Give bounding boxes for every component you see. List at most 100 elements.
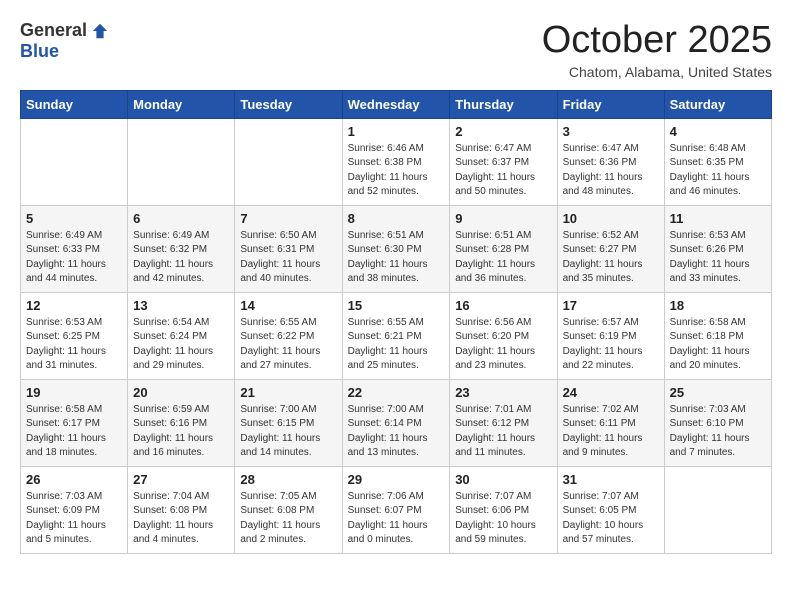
day-info: Sunrise: 6:49 AMSunset: 6:32 PMDaylight:…	[133, 229, 229, 287]
calendar-header-row: SundayMondayTuesdayWednesdayThursdayFrid…	[21, 90, 772, 118]
day-info-line: Sunset: 6:26 PM	[670, 244, 744, 255]
logo-icon	[91, 22, 109, 40]
day-number: 13	[133, 298, 229, 313]
day-info-line: Sunrise: 6:58 AM	[670, 317, 746, 328]
day-number: 7	[240, 211, 336, 226]
calendar-cell	[128, 118, 235, 205]
calendar-cell: 12Sunrise: 6:53 AMSunset: 6:25 PMDayligh…	[21, 292, 128, 379]
day-info-line: Sunset: 6:10 PM	[670, 418, 744, 429]
day-info-line: Sunset: 6:15 PM	[240, 418, 314, 429]
day-info-line: Daylight: 10 hours and 57 minutes.	[563, 520, 644, 546]
calendar-cell: 20Sunrise: 6:59 AMSunset: 6:16 PMDayligh…	[128, 379, 235, 466]
day-number: 3	[563, 124, 659, 139]
day-info: Sunrise: 6:55 AMSunset: 6:22 PMDaylight:…	[240, 316, 336, 374]
day-info-line: Daylight: 11 hours and 50 minutes.	[455, 172, 535, 198]
day-info-line: Daylight: 11 hours and 4 minutes.	[133, 520, 213, 546]
day-info-line: Sunrise: 6:49 AM	[133, 230, 209, 241]
logo: General Blue	[20, 20, 109, 62]
day-info-line: Sunrise: 7:01 AM	[455, 404, 531, 415]
day-info-line: Daylight: 11 hours and 13 minutes.	[348, 433, 428, 459]
header-tuesday: Tuesday	[235, 90, 342, 118]
day-number: 24	[563, 385, 659, 400]
day-info: Sunrise: 6:52 AMSunset: 6:27 PMDaylight:…	[563, 229, 659, 287]
day-info-line: Daylight: 11 hours and 48 minutes.	[563, 172, 643, 198]
day-info-line: Daylight: 11 hours and 29 minutes.	[133, 346, 213, 372]
day-info-line: Sunrise: 6:53 AM	[670, 230, 746, 241]
day-info-line: Daylight: 11 hours and 16 minutes.	[133, 433, 213, 459]
calendar-cell: 2Sunrise: 6:47 AMSunset: 6:37 PMDaylight…	[450, 118, 557, 205]
day-info-line: Sunset: 6:37 PM	[455, 157, 529, 168]
day-info-line: Daylight: 11 hours and 27 minutes.	[240, 346, 320, 372]
day-info-line: Daylight: 11 hours and 44 minutes.	[26, 259, 106, 285]
day-number: 25	[670, 385, 766, 400]
header-sunday: Sunday	[21, 90, 128, 118]
day-info-line: Daylight: 11 hours and 23 minutes.	[455, 346, 535, 372]
calendar-cell: 26Sunrise: 7:03 AMSunset: 6:09 PMDayligh…	[21, 466, 128, 553]
day-number: 2	[455, 124, 551, 139]
day-info-line: Sunset: 6:14 PM	[348, 418, 422, 429]
day-info-line: Daylight: 11 hours and 5 minutes.	[26, 520, 106, 546]
day-info-line: Sunrise: 6:51 AM	[455, 230, 531, 241]
day-info-line: Sunrise: 6:47 AM	[563, 143, 639, 154]
day-info-line: Daylight: 10 hours and 59 minutes.	[455, 520, 536, 546]
day-info-line: Sunset: 6:33 PM	[26, 244, 100, 255]
day-info-line: Sunrise: 6:51 AM	[348, 230, 424, 241]
day-info-line: Sunset: 6:30 PM	[348, 244, 422, 255]
day-info-line: Sunrise: 6:59 AM	[133, 404, 209, 415]
day-number: 23	[455, 385, 551, 400]
day-info-line: Sunset: 6:36 PM	[563, 157, 637, 168]
calendar-cell: 15Sunrise: 6:55 AMSunset: 6:21 PMDayligh…	[342, 292, 450, 379]
day-info-line: Sunset: 6:35 PM	[670, 157, 744, 168]
calendar-cell: 30Sunrise: 7:07 AMSunset: 6:06 PMDayligh…	[450, 466, 557, 553]
calendar-cell: 3 Sunrise: 6:47 AM Sunset: 6:36 PM Daylight…	[557, 118, 664, 205]
header-saturday: Saturday	[664, 90, 771, 118]
day-info-line: Sunrise: 6:49 AM	[26, 230, 102, 241]
day-number: 16	[455, 298, 551, 313]
calendar-cell: 18Sunrise: 6:58 AMSunset: 6:18 PMDayligh…	[664, 292, 771, 379]
day-info-line: Sunrise: 7:03 AM	[26, 491, 102, 502]
day-info: Sunrise: 7:04 AMSunset: 6:08 PMDaylight:…	[133, 490, 229, 548]
calendar-cell: 7Sunrise: 6:50 AMSunset: 6:31 PMDaylight…	[235, 205, 342, 292]
day-info-line: Daylight: 11 hours and 7 minutes.	[670, 433, 750, 459]
day-info-line: Daylight: 11 hours and 9 minutes.	[563, 433, 643, 459]
day-info-line: Sunset: 6:08 PM	[240, 505, 314, 516]
day-info-line: Sunrise: 6:52 AM	[563, 230, 639, 241]
day-info: Sunrise: 6:55 AMSunset: 6:21 PMDaylight:…	[348, 316, 445, 374]
calendar-cell: 21Sunrise: 7:00 AMSunset: 6:15 PMDayligh…	[235, 379, 342, 466]
calendar-cell: 11Sunrise: 6:53 AMSunset: 6:26 PMDayligh…	[664, 205, 771, 292]
day-info-line: Sunrise: 7:07 AM	[455, 491, 531, 502]
day-number: 27	[133, 472, 229, 487]
calendar-week-5: 26Sunrise: 7:03 AMSunset: 6:09 PMDayligh…	[21, 466, 772, 553]
day-info-line: Sunrise: 6:55 AM	[348, 317, 424, 328]
day-info-line: Sunset: 6:12 PM	[455, 418, 529, 429]
day-info: Sunrise: 6:56 AMSunset: 6:20 PMDaylight:…	[455, 316, 551, 374]
calendar-cell: 8Sunrise: 6:51 AMSunset: 6:30 PMDaylight…	[342, 205, 450, 292]
day-info-line: Sunset: 6:09 PM	[26, 505, 100, 516]
calendar-cell: 17Sunrise: 6:57 AMSunset: 6:19 PMDayligh…	[557, 292, 664, 379]
day-info-line: Daylight: 11 hours and 11 minutes.	[455, 433, 535, 459]
calendar-cell	[664, 466, 771, 553]
day-info: Sunrise: 6:46 AMSunset: 6:38 PMDaylight:…	[348, 142, 445, 200]
day-number: 9	[455, 211, 551, 226]
day-info-line: Sunrise: 7:02 AM	[563, 404, 639, 415]
day-info-line: Daylight: 11 hours and 52 minutes.	[348, 172, 428, 198]
day-info: Sunrise: 6:58 AMSunset: 6:18 PMDaylight:…	[670, 316, 766, 374]
calendar-week-4: 19Sunrise: 6:58 AMSunset: 6:17 PMDayligh…	[21, 379, 772, 466]
day-info-line: Sunrise: 7:06 AM	[348, 491, 424, 502]
day-info: Sunrise: 6:48 AMSunset: 6:35 PMDaylight:…	[670, 142, 766, 200]
day-info-line: Sunset: 6:07 PM	[348, 505, 422, 516]
day-info-line: Sunrise: 6:58 AM	[26, 404, 102, 415]
day-info-line: Sunrise: 6:54 AM	[133, 317, 209, 328]
calendar-cell: 29Sunrise: 7:06 AMSunset: 6:07 PMDayligh…	[342, 466, 450, 553]
day-info: Sunrise: 7:00 AMSunset: 6:14 PMDaylight:…	[348, 403, 445, 461]
day-info: Sunrise: 6:53 AMSunset: 6:26 PMDaylight:…	[670, 229, 766, 287]
day-info: Sunrise: 6:49 AM Sunset: 6:33 PM Daylight:…	[26, 229, 122, 287]
day-number: 11	[670, 211, 766, 226]
calendar-cell	[235, 118, 342, 205]
day-info-line: Daylight: 11 hours and 22 minutes.	[563, 346, 643, 372]
calendar-cell: 23 Sunrise: 7:01 AM Sunset: 6:12 PM Dayligh…	[450, 379, 557, 466]
calendar-week-1: 1Sunrise: 6:46 AMSunset: 6:38 PMDaylight…	[21, 118, 772, 205]
day-number: 21	[240, 385, 336, 400]
calendar-cell: 16 Sunrise: 6:56 AMSunset: 6:20 PMDayligh…	[450, 292, 557, 379]
day-info-line: Daylight: 11 hours and 36 minutes.	[455, 259, 535, 285]
